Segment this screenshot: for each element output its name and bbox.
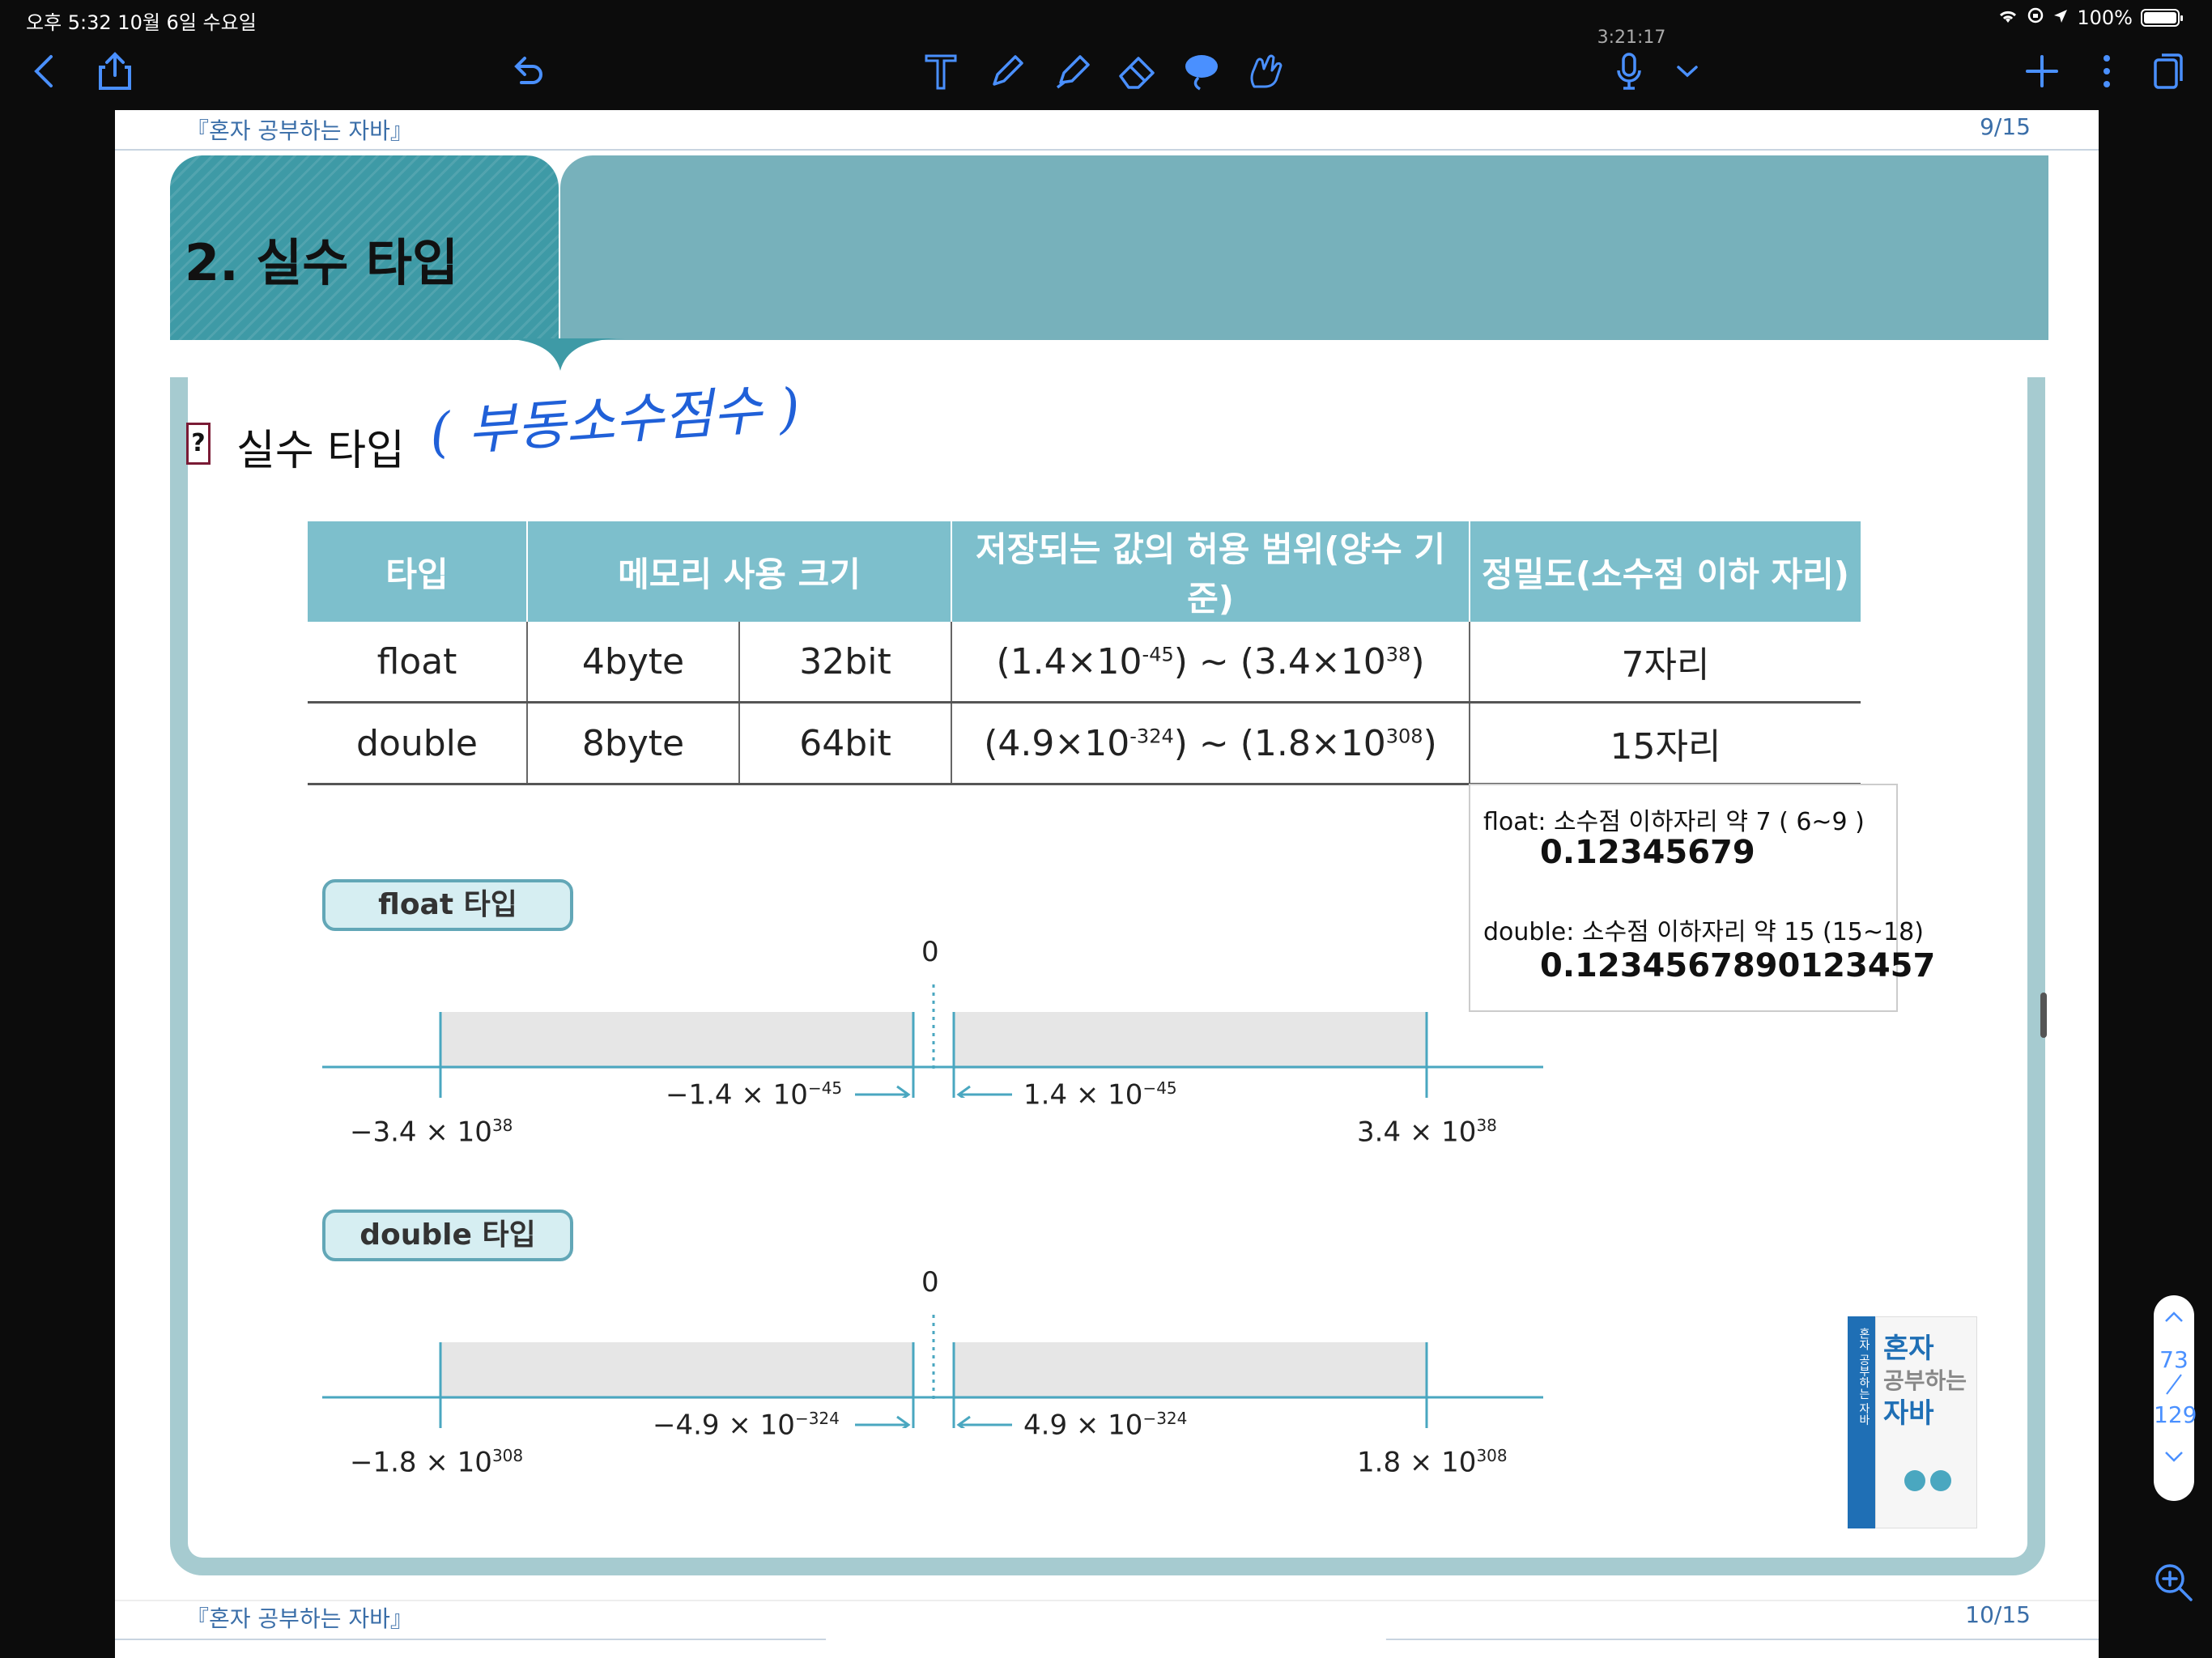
- gesture-tool-button[interactable]: [1239, 45, 1291, 97]
- status-right: 100%: [1997, 6, 2183, 29]
- page-down-icon[interactable]: [2154, 1443, 2194, 1469]
- pen-tool-button[interactable]: [981, 45, 1033, 97]
- status-bar: 오후 5:32 10월 6일 수요일 100%: [0, 0, 2212, 37]
- section-title: 2. 실수 타입: [185, 233, 459, 292]
- th-range: 저장되는 값의 허용 범위(양수 기준): [951, 521, 1470, 622]
- page-up-icon[interactable]: [2154, 1303, 2194, 1330]
- share-button[interactable]: [89, 45, 141, 97]
- float-neg-min-label: −1.4 × 10−45: [666, 1078, 843, 1112]
- th-memory: 메모리 사용 크기: [526, 521, 951, 622]
- float-pos-max-label: 3.4 × 1038: [1357, 1116, 1497, 1149]
- question-icon: ?: [186, 423, 211, 465]
- book-cover-image: 혼자 공부하는 자바 혼자 공부하는 자바: [1848, 1316, 1977, 1532]
- microphone-button[interactable]: [1603, 45, 1655, 97]
- cell-precision: 15자리: [1469, 702, 1861, 785]
- float-zero-label: 0: [921, 936, 939, 968]
- toolbar: 3:21:17: [0, 28, 2212, 110]
- cell-type: double: [308, 702, 527, 785]
- current-page: 73: [2159, 1346, 2189, 1373]
- double-zero-label: 0: [921, 1266, 939, 1299]
- book-title-line2: 공부하는: [1883, 1367, 1967, 1394]
- zoom-in-icon[interactable]: [2150, 1559, 2196, 1605]
- status-time-date: 오후 5:32 10월 6일 수요일: [26, 11, 257, 34]
- rotation-lock-icon: [2027, 6, 2044, 29]
- location-icon: [2052, 6, 2069, 29]
- next-running-header: 『혼자 공부하는 자바』: [186, 1605, 413, 1632]
- undo-button[interactable]: [502, 45, 554, 97]
- back-button[interactable]: [18, 45, 70, 97]
- book-spine-text: 혼자 공부하는 자바: [1857, 1328, 1870, 1426]
- heading: 실수 타입: [236, 427, 405, 475]
- float-neg-max-label: −3.4 × 1038: [350, 1116, 513, 1149]
- book-title-line1: 혼자: [1883, 1333, 1934, 1365]
- note-float-value: 0.12345679: [1540, 834, 1755, 871]
- double-neg-max-label: −1.8 × 10308: [350, 1446, 524, 1479]
- table-row: double 8byte 64bit (4.9×10-324) ~ (1.8×1…: [308, 702, 1861, 785]
- cell-bits: 32bit: [738, 622, 951, 704]
- running-header: 『혼자 공부하는 자바』: [186, 117, 413, 144]
- banner-bar: [560, 155, 2048, 340]
- cell-precision: 7자리: [1469, 622, 1861, 704]
- battery-percent: 100%: [2077, 6, 2133, 29]
- cell-bits: 64bit: [738, 702, 951, 785]
- th-precision: 정밀도(소수점 이하 자리): [1469, 521, 1861, 622]
- document-page[interactable]: 『혼자 공부하는 자바』 9/15 2. 실수 타입 ? 실수 타입 ( 부동소…: [115, 110, 2099, 1658]
- text-tool-button[interactable]: [915, 45, 967, 97]
- scroll-indicator[interactable]: [2040, 993, 2047, 1038]
- float-range-graphic: [322, 984, 1543, 1098]
- highlighter-tool-button[interactable]: [1046, 45, 1098, 97]
- th-type: 타입: [308, 521, 527, 622]
- pages-overview-button[interactable]: [2142, 45, 2194, 97]
- banner-tab-curve: [496, 338, 625, 371]
- book-title-line3: 자바: [1883, 1397, 1934, 1430]
- cell-bytes: 8byte: [526, 702, 739, 785]
- cell-range: (4.9×10-324) ~ (1.8×10308): [951, 702, 1470, 785]
- lasso-tool-button[interactable]: [1176, 45, 1227, 97]
- double-pos-min-label: 4.9 × 10−324: [1023, 1409, 1188, 1442]
- double-range-graphic: [322, 1315, 1543, 1428]
- cell-bytes: 4byte: [526, 622, 739, 704]
- eraser-tool-button[interactable]: [1111, 45, 1163, 97]
- double-range-diagram: 0 −4.9 × 10−324 4.9 × 10−324 −1.8 × 1030…: [115, 1266, 2099, 1606]
- page-scroller[interactable]: 73 129: [2154, 1295, 2197, 1501]
- table-header-row: 타입 메모리 사용 크기 저장되는 값의 허용 범위(양수 기준) 정밀도(소수…: [308, 521, 1861, 622]
- page-divider-icon: [2154, 1373, 2194, 1401]
- float-pos-min-label: 1.4 × 10−45: [1023, 1078, 1177, 1112]
- add-page-button[interactable]: [2016, 45, 2068, 97]
- header-rule: [115, 149, 2099, 151]
- total-pages: 129: [2154, 1401, 2197, 1428]
- battery-icon: [2141, 9, 2183, 27]
- note-float-label: float: 소수점 이하자리 약 7 ( 6~9 ): [1483, 808, 1865, 836]
- double-neg-min-label: −4.9 × 10−324: [653, 1409, 840, 1442]
- home-indicator[interactable]: [826, 1635, 1386, 1643]
- page-number: 9/15: [1980, 113, 2031, 140]
- double-type-label: double 타입: [322, 1209, 573, 1261]
- next-page-number: 10/15: [1965, 1601, 2031, 1628]
- table-row: float 4byte 32bit (1.4×10-45) ~ (3.4×103…: [308, 622, 1861, 704]
- cell-type: float: [308, 622, 527, 704]
- more-options-icon[interactable]: [2081, 45, 2133, 97]
- float-types-table: 타입 메모리 사용 크기 저장되는 값의 허용 범위(양수 기준) 정밀도(소수…: [308, 521, 1861, 785]
- float-type-label: float 타입: [322, 879, 573, 931]
- double-pos-max-label: 1.8 × 10308: [1357, 1446, 1508, 1479]
- cell-range: (1.4×10-45) ~ (3.4×1038): [951, 622, 1470, 704]
- chevron-down-icon[interactable]: [1661, 45, 1713, 97]
- wifi-icon: [1997, 6, 2018, 29]
